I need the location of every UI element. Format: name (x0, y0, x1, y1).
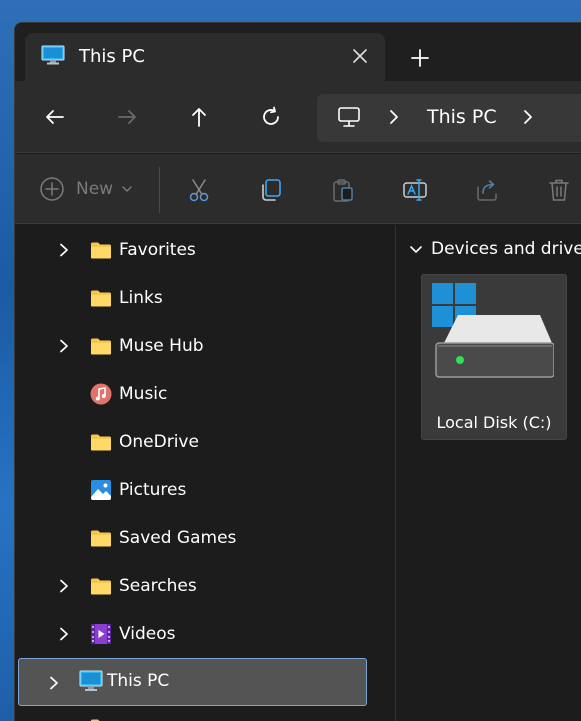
chevron-right-icon[interactable] (59, 339, 69, 353)
sidebar-item-this-pc[interactable]: This PC (18, 658, 367, 706)
chevron-right-icon[interactable] (521, 109, 535, 125)
sidebar-item-muse-hub[interactable]: Muse Hub (15, 322, 395, 370)
new-button-label: New (76, 179, 114, 199)
chevron-right-icon[interactable] (59, 243, 69, 257)
cut-icon[interactable] (186, 177, 212, 203)
tab-title: This PC (79, 46, 145, 67)
navigation-bar: This PC (15, 81, 581, 153)
folder-icon (91, 290, 111, 307)
new-button[interactable]: New (39, 176, 133, 202)
content-area: Favorites Links Muse Hub Music OneDrive (15, 225, 581, 721)
file-explorer-window: This PC This PC New Favorites Links Muse… (14, 22, 581, 721)
folder-icon (91, 242, 111, 259)
chevron-right-icon[interactable] (59, 579, 69, 593)
sidebar-item-saved-games[interactable]: Saved Games (15, 514, 395, 562)
folder-icon (91, 434, 111, 451)
back-arrow-icon[interactable] (43, 105, 67, 129)
breadcrumb-this-pc[interactable]: This PC (427, 106, 497, 128)
folder-icon (91, 530, 111, 547)
pictures-icon (91, 480, 111, 500)
videos-icon (91, 624, 111, 644)
copy-icon[interactable] (258, 177, 284, 203)
drive-tile-local-disk-c[interactable]: Local Disk (C:) (421, 274, 567, 440)
folder-icon (91, 719, 100, 721)
command-toolbar: New (15, 154, 581, 224)
pane-divider[interactable] (395, 225, 396, 721)
sidebar-item-music[interactable]: Music (15, 370, 395, 418)
navigation-pane: Favorites Links Muse Hub Music OneDrive (15, 225, 395, 721)
folder-icon (91, 578, 111, 595)
sidebar-item-searches[interactable]: Searches (15, 562, 395, 610)
forward-arrow-icon[interactable] (115, 105, 139, 129)
plus-circle-icon (40, 177, 64, 201)
folder-icon (91, 338, 111, 355)
rename-icon[interactable] (402, 177, 428, 203)
tab-this-pc[interactable]: This PC (25, 33, 385, 81)
monitor-icon (41, 45, 65, 65)
delete-icon[interactable] (546, 177, 572, 203)
address-bar[interactable]: This PC (317, 94, 581, 142)
sidebar-item-pictures[interactable]: Pictures (15, 466, 395, 514)
tab-bar: This PC (15, 23, 581, 81)
chevron-right-icon[interactable] (59, 627, 69, 641)
plus-icon[interactable] (407, 45, 433, 71)
chevron-down-icon[interactable] (409, 245, 423, 255)
monitor-icon[interactable] (337, 106, 361, 128)
chevron-right-icon[interactable] (387, 109, 401, 125)
paste-icon[interactable] (330, 177, 356, 203)
chevron-right-icon[interactable] (49, 676, 59, 690)
chevron-down-icon (122, 186, 132, 192)
up-arrow-icon[interactable] (187, 105, 211, 129)
refresh-icon[interactable] (259, 105, 283, 129)
close-icon[interactable] (349, 45, 371, 67)
share-icon[interactable] (474, 177, 500, 203)
toolbar-divider (159, 167, 160, 213)
sidebar-item-favorites[interactable]: Favorites (15, 226, 395, 274)
monitor-icon (79, 670, 103, 691)
sidebar-item-onedrive[interactable]: OneDrive (15, 418, 395, 466)
hard-drive-icon (432, 283, 554, 378)
drive-label: Local Disk (C:) (436, 413, 552, 432)
sidebar-item-videos[interactable]: Videos (15, 610, 395, 658)
sidebar-item-links[interactable]: Links (15, 274, 395, 322)
music-icon (90, 383, 112, 405)
